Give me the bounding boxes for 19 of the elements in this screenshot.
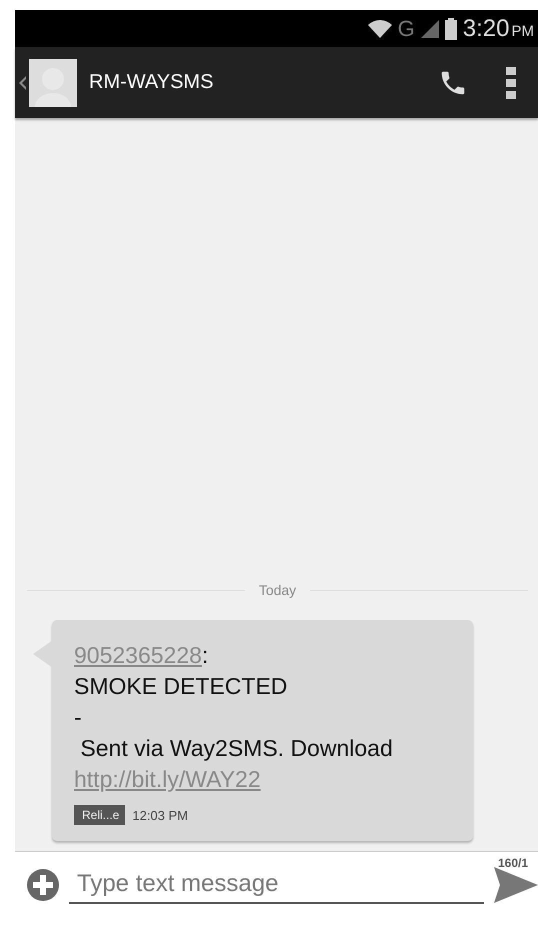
signal-icon <box>420 20 439 38</box>
battery-icon <box>444 18 457 40</box>
network-type: G <box>398 16 415 42</box>
avatar-icon <box>29 58 77 106</box>
sim-label: Reli...e <box>74 805 126 825</box>
character-counter: 160/1 <box>498 856 528 870</box>
contact-name: RM-WAYSMS <box>89 71 214 94</box>
clock-period: PM <box>512 23 534 40</box>
back-icon[interactable] <box>19 76 26 90</box>
message-text: 9052365228: SMOKE DETECTED - Sent via Way2SMS. Download http://bit.ly/WAY22 <box>74 641 394 794</box>
message-time: 12:03 PM <box>132 808 188 822</box>
url-link[interactable]: http://bit.ly/WAY22 <box>74 766 261 792</box>
date-divider: Today <box>258 582 296 598</box>
wifi-icon <box>368 18 392 38</box>
add-attachment-icon[interactable] <box>27 869 59 901</box>
sender-link[interactable]: 9052365228 <box>74 642 202 668</box>
overflow-menu-icon <box>506 66 516 98</box>
send-icon[interactable] <box>494 867 538 903</box>
clock: 3:20 <box>462 14 510 42</box>
